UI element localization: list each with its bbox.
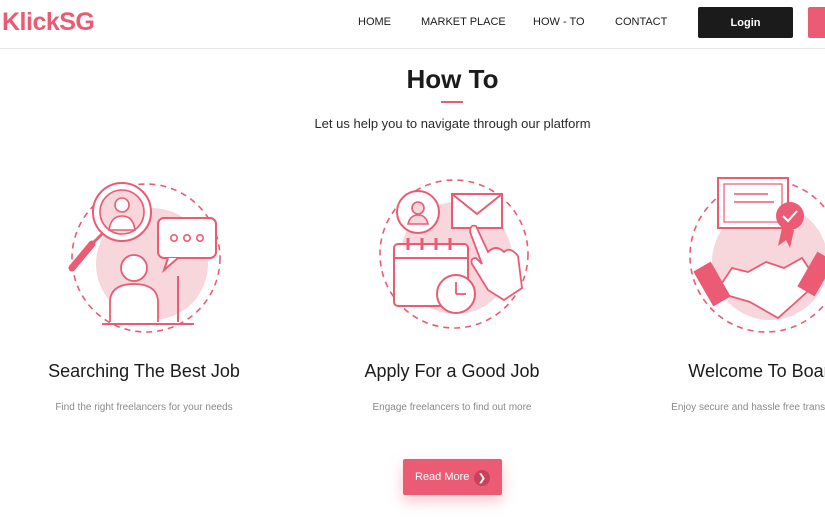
card-desc-apply: Engage freelancers to find out more xyxy=(372,402,532,413)
section-subtitle: Let us help you to navigate through our … xyxy=(314,116,591,131)
card-desc-search: Find the right freelancers for your need… xyxy=(55,402,233,413)
chevron-right-icon: ❯ xyxy=(474,470,490,486)
apply-job-illustration xyxy=(379,179,529,329)
search-job-illustration xyxy=(68,182,221,333)
login-button[interactable]: Login xyxy=(698,7,793,38)
nav-market-place[interactable]: MARKET PLACE xyxy=(421,16,506,28)
nav-contact[interactable]: CONTACT xyxy=(615,16,667,28)
read-more-label: Read More xyxy=(415,471,470,483)
section-title: How To xyxy=(406,64,499,94)
card-title-search: Searching The Best Job xyxy=(48,361,240,381)
top-header: KlickSG HOME MARKET PLACE HOW - TO CONTA… xyxy=(0,0,825,49)
card-title-apply: Apply For a Good Job xyxy=(364,361,540,381)
nav-home[interactable]: HOME xyxy=(358,16,391,28)
signup-button[interactable] xyxy=(808,7,825,38)
card-desc-welcome: Enjoy secure and hassle free transaction… xyxy=(671,402,825,413)
read-more-button[interactable]: Read More ❯ xyxy=(403,459,502,495)
card-title-welcome: Welcome To Board xyxy=(688,361,825,381)
nav-how-to[interactable]: HOW - TO xyxy=(533,16,585,28)
handshake-illustration xyxy=(689,177,825,333)
title-underline xyxy=(441,101,463,103)
brand-logo[interactable]: KlickSG xyxy=(2,8,95,37)
